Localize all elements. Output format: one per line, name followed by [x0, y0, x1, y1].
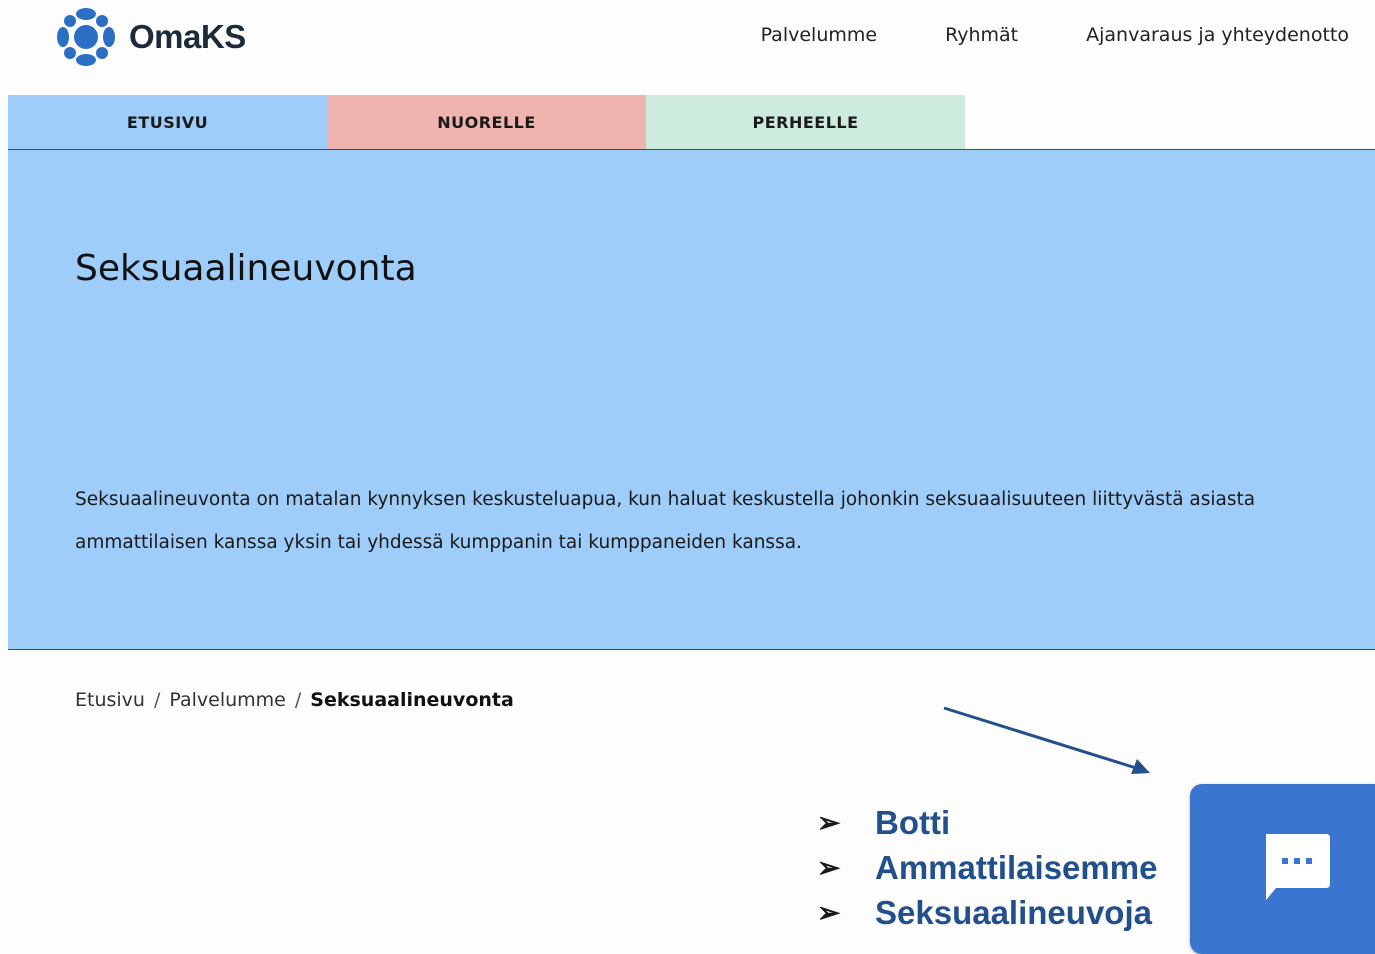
- annotation-list: ➢ Botti ➢ Ammattilaisemme ➢ Seksuaalineuvoj…: [815, 800, 1157, 935]
- logo-text: OmaKS: [129, 18, 246, 55]
- nav-link-ryhmat[interactable]: Ryhmät: [945, 24, 1018, 46]
- annotation-item: ➢ Seksuaalineuvoja: [815, 890, 1157, 935]
- breadcrumb-link-palvelumme[interactable]: Palvelumme: [169, 689, 286, 711]
- arrow-bullet-icon: ➢: [817, 852, 841, 883]
- breadcrumb-separator: /: [153, 689, 161, 711]
- arrow-bullet-icon: ➢: [817, 897, 841, 928]
- annotation-item: ➢ Ammattilaisemme: [815, 845, 1157, 890]
- annotation-label: Seksuaalineuvoja: [875, 894, 1152, 931]
- tab-perheelle[interactable]: PERHEELLE: [646, 95, 965, 149]
- chat-widget-button[interactable]: [1190, 784, 1375, 954]
- page-title: Seksuaalineuvonta: [75, 248, 417, 289]
- breadcrumb: Etusivu / Palvelumme / Seksuaalineuvonta: [75, 689, 514, 711]
- nav-link-palvelumme[interactable]: Palvelumme: [761, 24, 878, 46]
- audience-tabs: ETUSIVU NUORELLE PERHEELLE: [8, 95, 1375, 150]
- chat-bubble-icon: [1266, 834, 1330, 900]
- annotation-label: Botti: [875, 804, 951, 841]
- arrow-bullet-icon: ➢: [817, 807, 841, 838]
- breadcrumb-separator: /: [294, 689, 302, 711]
- hero-description: Seksuaalineuvonta on matalan kynnyksen k…: [75, 489, 1256, 553]
- annotation-arrow: [943, 706, 1150, 774]
- top-navigation: Palvelumme Ryhmät Ajanvaraus ja yhteyden…: [761, 24, 1349, 46]
- annotation-item: ➢ Botti: [815, 800, 1157, 845]
- omaks-logo[interactable]: OmaKS: [55, 6, 246, 68]
- nav-link-ajanvaraus[interactable]: Ajanvaraus ja yhteydenotto: [1086, 24, 1349, 46]
- tab-nuorelle[interactable]: NUORELLE: [327, 95, 646, 149]
- annotation-label: Ammattilaisemme: [875, 849, 1158, 886]
- hero-banner: Seksuaalineuvonta Seksuaalineuvonta on m…: [8, 150, 1375, 650]
- tab-etusivu[interactable]: ETUSIVU: [8, 95, 327, 149]
- logo-icon: [57, 8, 115, 66]
- breadcrumb-link-etusivu[interactable]: Etusivu: [75, 689, 145, 711]
- breadcrumb-current: Seksuaalineuvonta: [310, 689, 514, 711]
